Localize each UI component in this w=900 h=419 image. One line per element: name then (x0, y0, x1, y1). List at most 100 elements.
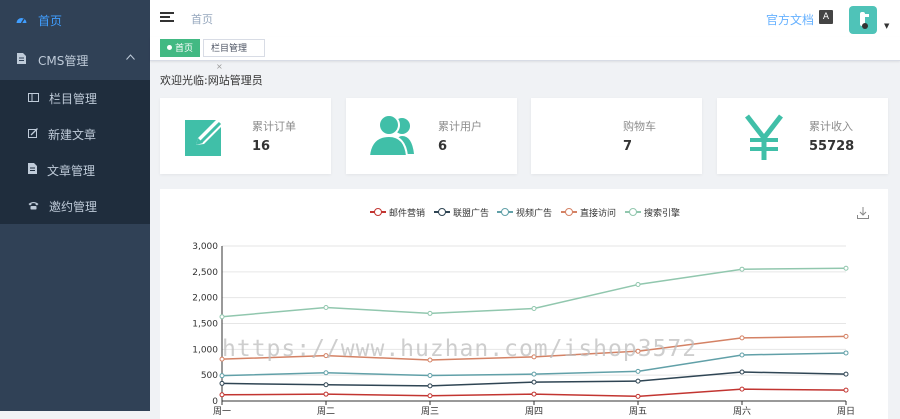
active-dot-icon (167, 45, 172, 50)
x-tick-label: 周五 (629, 406, 647, 417)
dashboard-icon (14, 14, 28, 27)
cart-icon (553, 112, 603, 162)
data-point (739, 369, 745, 375)
column-icon (28, 91, 39, 105)
line-chart: 0 500 1,000 1,500 2,000 2,500 3,000 周一 周二 周三 周四 周五 周… (192, 242, 855, 417)
sidebar-new-article-label: 新建文章 (48, 127, 97, 142)
data-point (323, 370, 329, 376)
y-tick-label: 500 (201, 371, 218, 381)
data-point (219, 314, 225, 320)
cms-submenu: 栏目管理 新建文章 文章管理 邀约管理 (0, 80, 150, 224)
x-tick-label: 周六 (733, 405, 751, 417)
chevron-up-icon (126, 52, 136, 62)
sidebar-articles-label: 文章管理 (47, 163, 96, 178)
data-point (323, 304, 329, 310)
sidebar-item-cms[interactable]: CMS管理 (0, 40, 150, 80)
y-tick-label: 2,000 (192, 294, 218, 304)
data-point (843, 350, 849, 356)
caret-down-icon[interactable]: ▼ (884, 22, 889, 30)
data-point (739, 266, 745, 272)
data-point (843, 371, 849, 377)
data-point (635, 378, 641, 384)
y-tick-label: 1,000 (192, 345, 218, 355)
data-point (219, 373, 225, 379)
y-tick-label: 3,000 (192, 242, 218, 252)
sidebar-home-label: 首页 (38, 13, 63, 28)
yen-icon (739, 112, 789, 162)
close-icon[interactable]: × (216, 62, 223, 71)
card-orders-value: 16 (252, 139, 271, 154)
data-point (635, 368, 641, 374)
data-point (427, 383, 433, 389)
card-orders[interactable]: 累计订单 16 (160, 98, 331, 174)
watermark-text: https://www.huzhan.com/ishop3572 (222, 336, 698, 362)
y-tick-label: 1,500 (192, 320, 218, 330)
card-users[interactable]: 累计用户 6 (346, 98, 517, 174)
tag-home-label: 首页 (175, 44, 194, 54)
data-point (531, 391, 537, 397)
sidebar-item-invitations[interactable]: 邀约管理 (0, 188, 150, 224)
y-tick-label: 0 (212, 397, 218, 407)
data-point (531, 371, 537, 377)
navbar: 首页 官方文档 A ▼ (150, 0, 900, 38)
card-users-value: 6 (438, 139, 448, 154)
welcome-text: 欢迎光临:网站管理员 (160, 74, 263, 87)
sidebar-invitations-label: 邀约管理 (49, 199, 98, 214)
x-tick-label: 周四 (525, 406, 543, 417)
file-icon (14, 53, 28, 67)
x-tick-label: 周三 (421, 406, 439, 417)
data-point (531, 379, 537, 385)
card-revenue-value: 55728 (809, 139, 855, 154)
sidebar-item-new-article[interactable]: 新建文章 (0, 116, 150, 152)
avatar-icon (860, 12, 869, 29)
language-icon[interactable]: A (819, 10, 833, 24)
avatar[interactable] (849, 6, 877, 34)
data-point (843, 333, 849, 339)
sidebar: 首页 CMS管理 栏目管理 新建文章 文章管理 邀约管理 (0, 0, 150, 411)
card-orders-label: 累计订单 (252, 120, 296, 133)
data-point (843, 387, 849, 393)
x-tick-label: 周一 (213, 406, 231, 417)
data-point (427, 393, 433, 399)
docs-link[interactable]: 官方文档 (766, 11, 814, 28)
data-point (427, 373, 433, 379)
data-point (635, 282, 641, 288)
language-glyph: A (822, 12, 830, 22)
sidebar-columns-label: 栏目管理 (49, 91, 98, 106)
document-icon (28, 163, 37, 177)
data-point (531, 306, 537, 312)
sidebar-cms-label: CMS管理 (38, 53, 89, 68)
data-point (739, 335, 745, 341)
tag-columns-label: 栏目管理 (211, 44, 248, 54)
y-tick-label: 2,500 (192, 268, 218, 278)
data-point (427, 310, 433, 316)
x-tick-label: 周日 (837, 406, 855, 417)
hamburger-icon[interactable] (160, 12, 174, 24)
card-cart-value: 7 (623, 139, 633, 154)
tag-columns[interactable]: 栏目管理 × (203, 39, 265, 71)
data-point (739, 386, 745, 392)
sidebar-item-articles[interactable]: 文章管理 (0, 152, 150, 188)
x-tick-label: 周二 (317, 406, 335, 417)
users-icon (367, 112, 418, 162)
data-point (323, 382, 329, 388)
card-users-label: 累计用户 (438, 120, 482, 133)
card-revenue[interactable]: 累计收入 55728 (717, 98, 888, 174)
edit-icon (28, 127, 38, 141)
phone-icon (28, 199, 39, 213)
data-point (219, 392, 225, 398)
tags-view: 首页 栏目管理 × (150, 37, 900, 71)
card-cart-label: 购物车 (623, 120, 656, 133)
data-point (219, 380, 225, 386)
data-point (323, 391, 329, 397)
data-point (635, 393, 641, 399)
data-point (843, 265, 849, 271)
card-cart[interactable]: 购物车 7 (531, 98, 702, 174)
sidebar-item-home[interactable]: 首页 (0, 0, 150, 40)
tag-home[interactable]: 首页 (160, 39, 200, 57)
chart-panel: 邮件营销 联盟广告 视频广告 直接访问 搜索引擎 0 500 1,000 1,500 2,000… (160, 189, 888, 419)
sidebar-item-columns[interactable]: 栏目管理 (0, 80, 150, 116)
edit-icon (182, 112, 232, 162)
breadcrumb[interactable]: 首页 (191, 11, 213, 27)
data-point (739, 352, 745, 358)
